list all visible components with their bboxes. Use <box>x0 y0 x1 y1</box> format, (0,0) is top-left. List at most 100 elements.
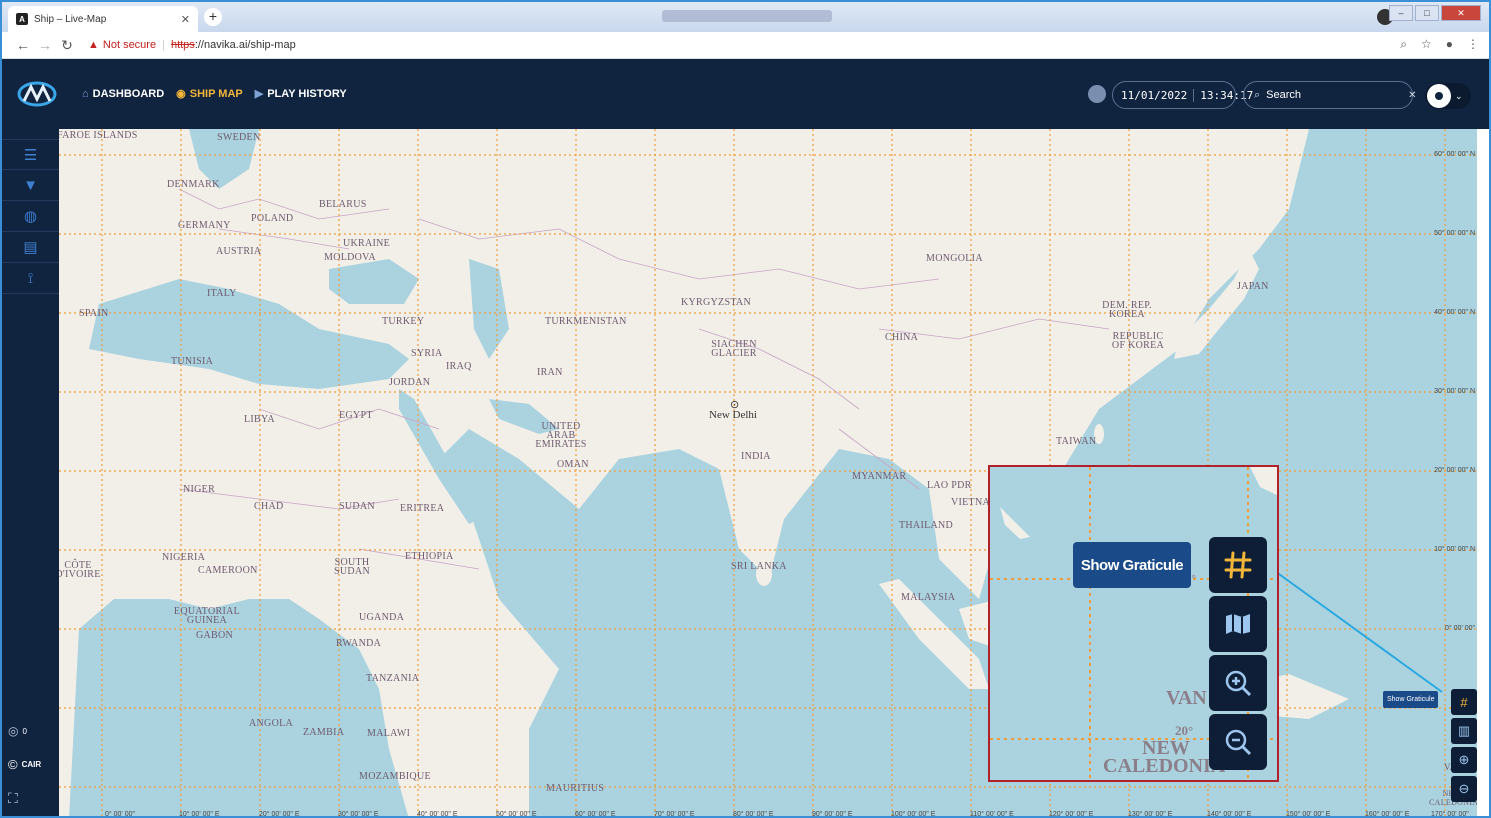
latitude-label: 60° 00' 00" N <box>1434 151 1475 158</box>
target-icon: ◉ <box>176 88 186 100</box>
browser-zoom-icon[interactable]: ⌕ <box>1400 37 1407 52</box>
sidebar-layers-button[interactable]: ▤ <box>2 232 59 263</box>
navika-logo[interactable] <box>16 79 58 109</box>
browser-account-icon[interactable]: ● <box>1446 37 1453 52</box>
ship-counter[interactable]: ◎ 0 <box>8 724 56 738</box>
datetime-display: 11/01/2022 13:34:17 <box>1112 81 1253 109</box>
longitude-label: 60° 00' 00" E <box>575 811 616 818</box>
country-label: DENMARK <box>167 179 220 190</box>
target-small-icon: ◎ <box>8 724 19 738</box>
city-label: New Delhi <box>709 409 757 421</box>
forward-icon[interactable]: → <box>34 37 56 53</box>
search-input[interactable] <box>1266 89 1409 101</box>
nav-play-history-label: PLAY HISTORY <box>267 87 347 100</box>
fullscreen-button[interactable]: ⛶ <box>8 790 56 807</box>
copyright-icon: © <box>8 757 18 772</box>
map-layer-button[interactable]: ▥ <box>1451 718 1477 744</box>
clear-search-icon[interactable]: ✕ <box>1408 90 1416 101</box>
country-label: TUNISIA <box>171 356 214 367</box>
reload-icon[interactable]: ↻ <box>56 37 78 54</box>
zoom-callout: VAN 20° 0° NEW CALEDONIA Show Graticule <box>988 465 1279 782</box>
back-icon[interactable]: ← <box>12 37 34 53</box>
longitude-label: 30° 00' 00" E <box>338 811 379 818</box>
user-menu[interactable]: ⌄ <box>1425 83 1471 109</box>
country-label: ERITREA <box>400 503 445 514</box>
latitude-label: 30° 00' 00" N <box>1434 388 1475 395</box>
nav-ship-map[interactable]: ◉ SHIP MAP <box>176 87 243 101</box>
warning-icon: ▲ <box>88 39 99 51</box>
country-label: IRAQ <box>446 361 472 372</box>
longitude-label: 80° 00' 00" E <box>733 811 774 818</box>
tab-close-icon[interactable]: ✕ <box>181 13 190 26</box>
zoom-in-icon <box>1225 670 1252 697</box>
country-label: ZAMBIA <box>303 727 345 738</box>
menu-icon: ☰ <box>23 146 38 164</box>
country-label: SIACHEN GLACIER <box>711 339 757 359</box>
home-icon: ⌂ <box>82 87 89 100</box>
address-separator: | <box>162 39 165 51</box>
latitude-label: 10° 00' 00" N <box>1434 546 1475 553</box>
country-label: CHAD <box>254 501 284 512</box>
country-label: ITALY <box>207 288 237 299</box>
country-label: MOLDOVA <box>324 252 376 263</box>
country-label: GABON <box>196 630 234 641</box>
country-label: LIBYA <box>244 414 275 425</box>
window-controls: – □ ✕ <box>1389 5 1481 21</box>
sidebar-route-button[interactable]: ⟟ <box>2 263 59 294</box>
sidebar-menu-button[interactable]: ☰ <box>2 139 59 170</box>
country-label: CÔTE D'IVOIRE <box>59 560 101 580</box>
url-field[interactable]: https://navika.ai/ship-map <box>171 39 296 51</box>
zoom-in-button[interactable]: ⊕ <box>1451 747 1477 773</box>
nav-dashboard[interactable]: ⌂ DASHBOARD <box>82 87 164 100</box>
nav-dashboard-label: DASHBOARD <box>92 87 165 100</box>
blurred-window-title <box>662 10 832 22</box>
country-label: JAPAN <box>1237 281 1269 292</box>
minimize-button[interactable]: – <box>1389 5 1413 21</box>
country-label: EQUATORIAL GUINEA <box>173 606 241 626</box>
nav-play-history[interactable]: ▶ PLAY HISTORY <box>255 87 347 101</box>
cair-logo: © CAIR <box>8 757 56 772</box>
maximize-button[interactable]: □ <box>1415 5 1439 21</box>
longitude-label: 90° 00' 00" E <box>812 811 853 818</box>
new-tab-button[interactable]: + <box>204 8 222 26</box>
bookmark-star-icon[interactable]: ☆ <box>1421 37 1432 52</box>
country-label: MALAWI <box>367 728 411 739</box>
country-label: KYRGYZSTAN <box>681 297 751 308</box>
longitude-label: 150° 00' 00" E <box>1286 811 1331 818</box>
country-label: UKRAINE <box>343 238 391 249</box>
longitude-label: 130° 00' 00" E <box>1128 811 1173 818</box>
country-label: SYRIA <box>411 348 443 359</box>
country-label: THAILAND <box>899 520 954 531</box>
country-label: MONGOLIA <box>926 253 983 264</box>
not-secure-label[interactable]: Not secure <box>103 39 156 51</box>
browser-tab[interactable]: A Ship – Live-Map ✕ <box>8 6 198 32</box>
sidebar-filter-button[interactable]: ▼ <box>2 170 59 201</box>
country-label: CAMEROON <box>198 565 258 576</box>
country-label: BELARUS <box>319 199 367 210</box>
country-label: MYANMAR <box>852 471 907 482</box>
zoom-out-button[interactable]: ⊖ <box>1451 776 1477 802</box>
country-label: TURKEY <box>382 316 425 327</box>
graticule-toggle-button[interactable]: # <box>1451 689 1477 715</box>
fullscreen-icon: ⛶ <box>8 790 18 806</box>
longitude-label: 170° 00' 00" <box>1431 811 1469 818</box>
country-label: MOZAMBIQUE <box>359 771 431 782</box>
latitude-label: 40° 00' 00" N <box>1434 309 1475 316</box>
longitude-label: 100° 00' 00" E <box>891 811 936 818</box>
address-bar: ← → ↻ ▲ Not secure | https://navika.ai/s… <box>2 32 1489 59</box>
nav-ship-map-label: SHIP MAP <box>189 87 243 100</box>
close-window-button[interactable]: ✕ <box>1441 5 1481 21</box>
country-label: TURKMENISTAN <box>545 316 627 327</box>
country-label: AUSTRIA <box>216 246 262 257</box>
country-label: SWEDEN <box>217 132 261 143</box>
sidebar-globe-button[interactable]: ◍ <box>2 201 59 232</box>
clock-icon <box>1088 85 1106 103</box>
search-box[interactable]: ⌕ ✕ <box>1243 81 1417 109</box>
longitude-label: 10° 00' 00" E <box>179 811 220 818</box>
avatar <box>1427 84 1451 108</box>
tab-title: Ship – Live-Map <box>34 13 107 25</box>
country-label: UGANDA <box>359 612 405 623</box>
latitude-label: 50° 00' 00" N <box>1434 230 1475 237</box>
ship-count: 0 <box>22 726 27 736</box>
browser-menu-icon[interactable]: ⋮ <box>1467 37 1479 52</box>
